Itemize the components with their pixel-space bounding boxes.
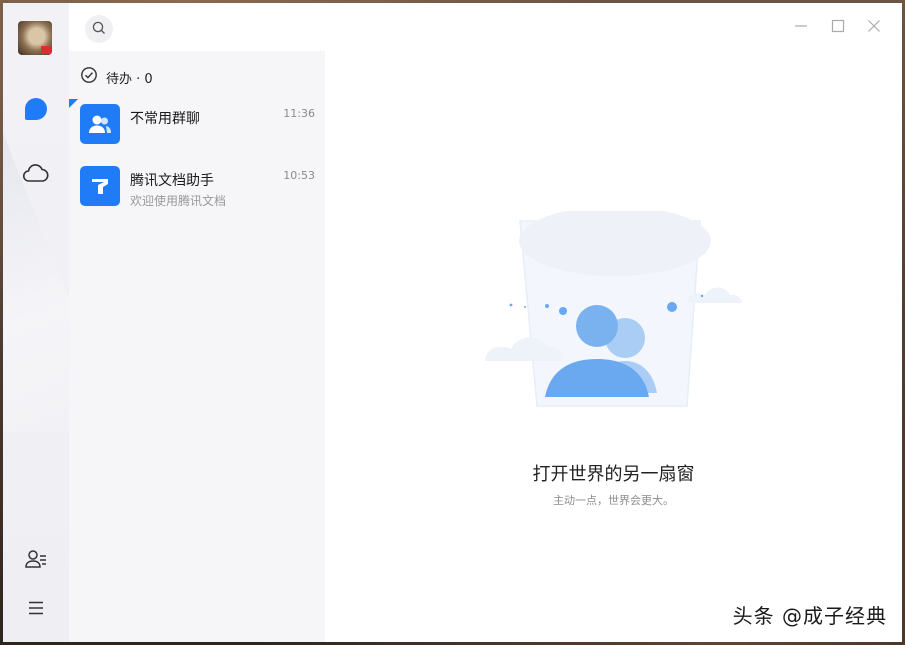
nav-rail	[3, 3, 69, 642]
close-button[interactable]	[864, 17, 884, 37]
conversation-time: 11:36	[283, 107, 315, 120]
maximize-icon	[831, 18, 845, 37]
check-circle-icon	[80, 66, 98, 88]
group-icon	[80, 104, 120, 144]
app-window: 待办 · 0 不常用群聊 11:36 腾讯文档助手 10:53 欢迎使用腾讯文档	[3, 3, 902, 642]
empty-state-title: 打开世界的另一扇窗	[532, 464, 695, 485]
search-icon	[92, 20, 106, 39]
conversation-name: 不常用群聊	[130, 111, 200, 127]
avatar-badge	[41, 46, 51, 54]
conversation-name: 腾讯文档助手	[130, 173, 214, 189]
conversation-time: 10:53	[283, 169, 315, 182]
empty-state-illustration	[475, 206, 765, 425]
tencent-docs-icon	[80, 166, 120, 206]
hamburger-menu-icon	[28, 600, 44, 619]
cloud-icon	[22, 162, 50, 188]
chat-area: 打开世界的另一扇窗 主动一点，世界会更大。	[325, 51, 902, 642]
menu-button[interactable]	[20, 593, 52, 625]
conversation-list-panel: 待办 · 0 不常用群聊 11:36 腾讯文档助手 10:53 欢迎使用腾讯文档	[69, 51, 325, 642]
top-bar	[69, 3, 902, 52]
conversation-preview: 欢迎使用腾讯文档	[130, 194, 227, 208]
search-button[interactable]	[85, 15, 113, 43]
watermark-text: 头条 @成子经典	[732, 604, 887, 628]
todo-label: 待办 · 0	[106, 71, 153, 87]
cloud-nav-button[interactable]	[20, 159, 52, 191]
messages-nav-button[interactable]	[20, 95, 52, 127]
contacts-nav-button[interactable]	[20, 545, 52, 577]
chat-bubble-icon	[23, 96, 49, 126]
close-icon	[867, 18, 881, 37]
minimize-icon	[794, 18, 808, 37]
avatar[interactable]	[18, 21, 52, 55]
empty-state-subtitle: 主动一点，世界会更大。	[553, 494, 674, 507]
contacts-icon	[25, 549, 47, 573]
list-item[interactable]: 不常用群聊 11:36	[69, 99, 325, 161]
minimize-button[interactable]	[791, 17, 811, 37]
todo-entry[interactable]: 待办 · 0	[80, 65, 153, 89]
maximize-button[interactable]	[828, 17, 848, 37]
list-item[interactable]: 腾讯文档助手 10:53 欢迎使用腾讯文档	[69, 161, 325, 223]
pinned-marker	[69, 99, 78, 108]
